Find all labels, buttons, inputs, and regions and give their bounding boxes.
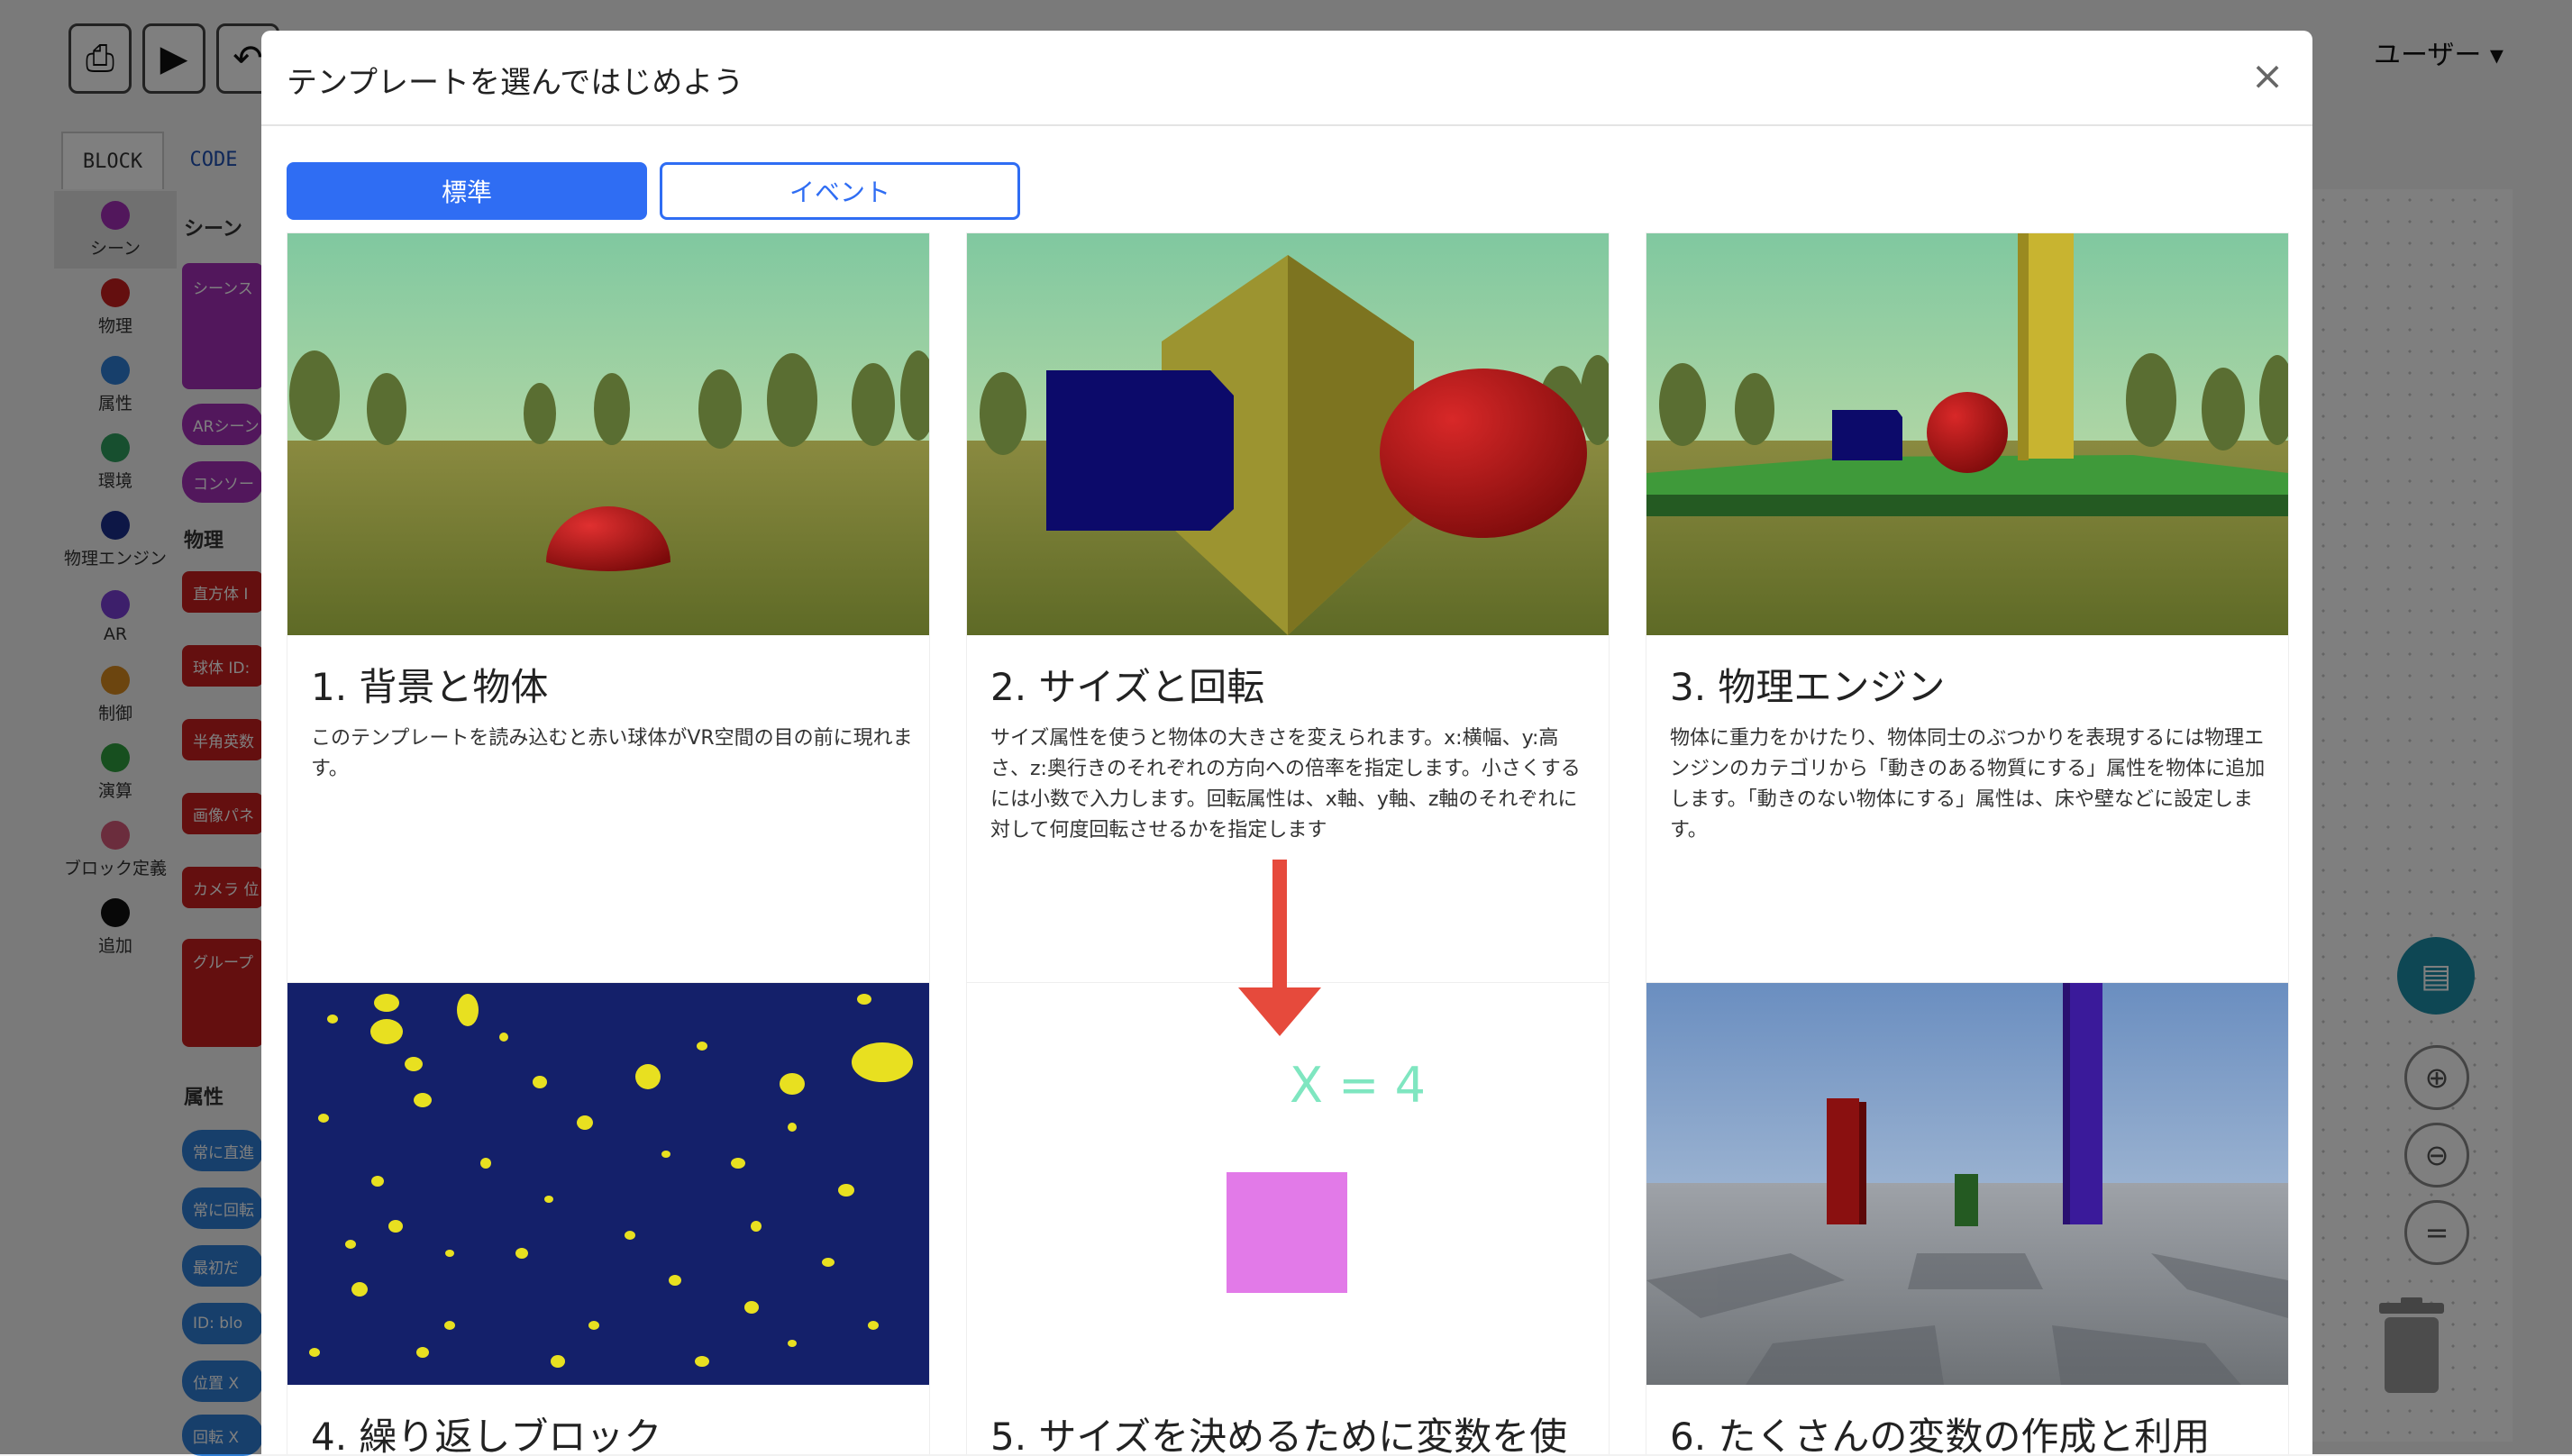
card-description: サイズ属性を使うと物体の大きさを変えられます。x:横幅、y:高さ、z:奥行きのそ… — [990, 727, 1581, 842]
card-title: 3. 物理エンジン — [1670, 665, 1946, 709]
template-card-5[interactable]: X = 4 5. サイズを決めるために変数を使 — [966, 982, 1610, 1454]
card-title: 1. 背景と物体 — [311, 665, 549, 709]
card-title: 2. サイズと回転 — [990, 665, 1265, 709]
template-card-6[interactable]: 6. たくさんの変数の作成と利用 — [1646, 982, 2289, 1454]
template-modal: テンプレートを選んではじめよう × 標準 イベント 1. 背景と物体 このテンプ… — [261, 31, 2312, 1454]
template-preview-6 — [1646, 983, 2288, 1385]
template-preview-2 — [967, 233, 1609, 635]
tab-standard[interactable]: 標準 — [287, 162, 647, 220]
variable-preview-text: X = 4 — [1290, 1057, 1426, 1114]
template-preview-1 — [287, 233, 929, 635]
modal-header: テンプレートを選んではじめよう × — [261, 31, 2312, 126]
card-description: このテンプレートを読み込むと赤い球体がVR空間の目の前に現れます。 — [311, 727, 913, 780]
template-tabs: 標準 イベント — [287, 162, 1020, 220]
template-card-3[interactable]: 3. 物理エンジン 物体に重力をかけたり、物体同士のぶつかりを表現するには物理エ… — [1646, 232, 2289, 984]
card-title: 5. サイズを決めるために変数を使 — [990, 1415, 1568, 1454]
card-description: 物体に重力をかけたり、物体同士のぶつかりを表現するには物理エンジンのカテゴリから… — [1670, 727, 2266, 842]
template-preview-3 — [1646, 233, 2288, 635]
template-card-4[interactable]: 4. 繰り返しブロック — [287, 982, 930, 1454]
template-preview-5 — [967, 983, 1609, 1385]
card-title: 4. 繰り返しブロック — [311, 1415, 662, 1454]
arrow-down-icon — [1238, 860, 1321, 1036]
template-card-1[interactable]: 1. 背景と物体 このテンプレートを読み込むと赤い球体がVR空間の目の前に現れま… — [287, 232, 930, 984]
close-button[interactable]: × — [2244, 52, 2291, 99]
card-title: 6. たくさんの変数の作成と利用 — [1670, 1415, 2211, 1454]
close-icon: × — [2250, 52, 2285, 99]
template-preview-4 — [287, 983, 929, 1385]
tab-event[interactable]: イベント — [660, 162, 1020, 220]
modal-title: テンプレートを選んではじめよう — [287, 65, 744, 101]
